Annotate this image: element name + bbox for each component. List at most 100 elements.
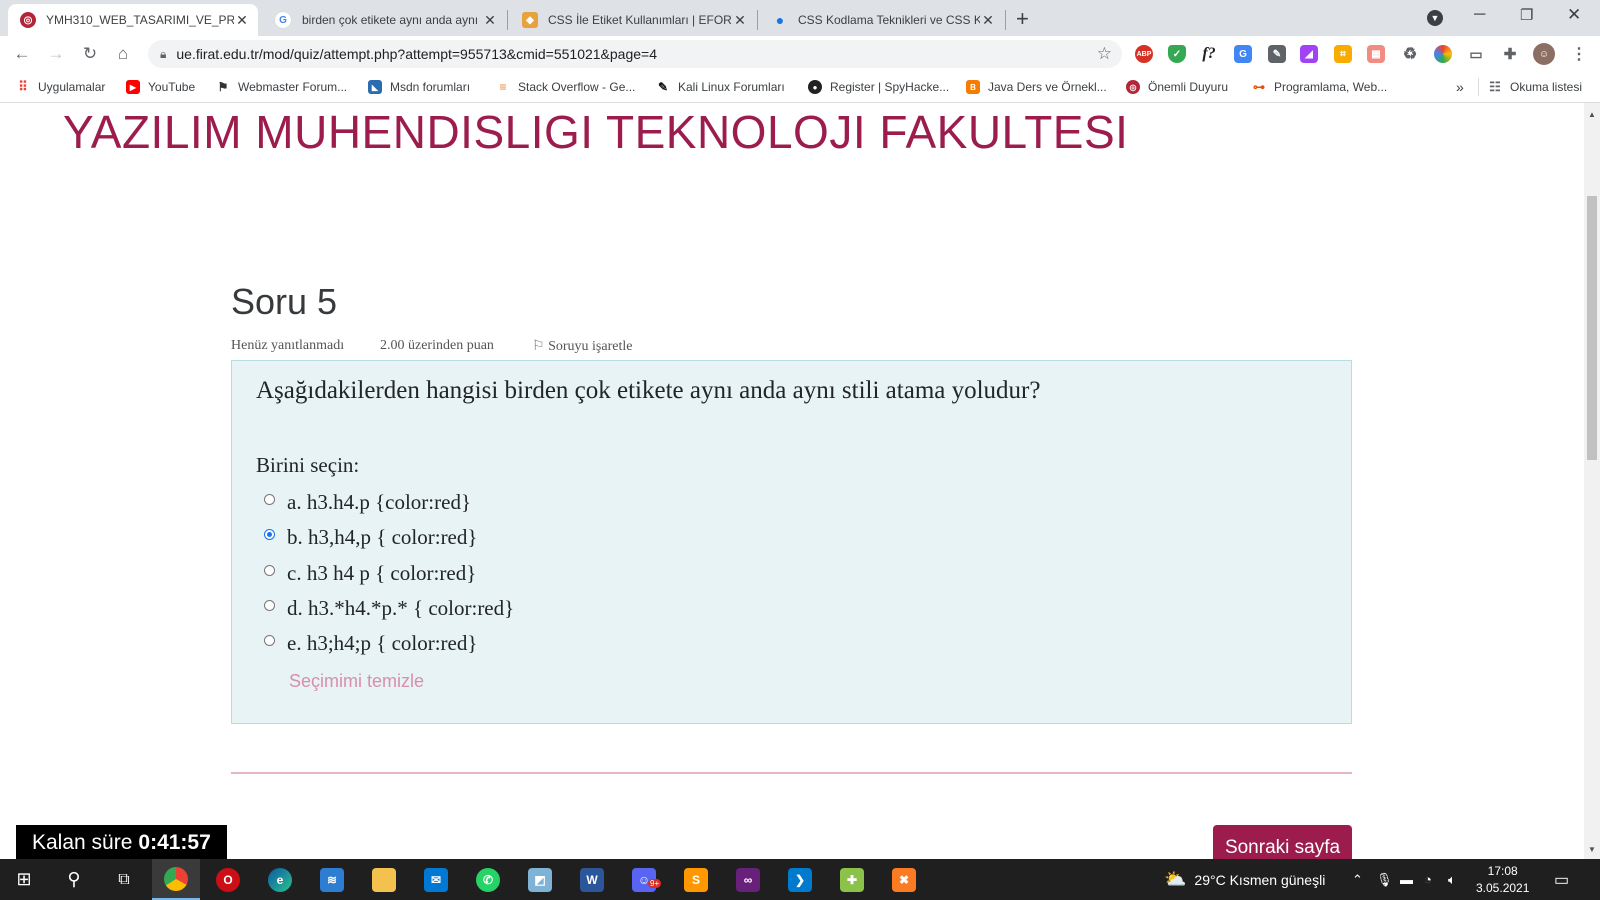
close-icon[interactable]: ✕ — [482, 12, 498, 29]
pen-icon[interactable]: ✎ — [1268, 45, 1286, 63]
clear-choice-link[interactable]: Seçimimi temizle — [289, 671, 424, 692]
window-close-icon[interactable]: ✕ — [1567, 5, 1581, 25]
choose-prompt: Birini seçin: — [256, 453, 360, 477]
bookmark-stackoverflow[interactable]: ≡ Stack Overflow - Ge... — [496, 78, 635, 96]
notifications-icon[interactable]: ▭ — [1554, 859, 1569, 900]
taskbar-app[interactable]: ≋ — [308, 859, 356, 900]
tray-overflow-icon[interactable]: ⌃ — [1352, 859, 1363, 900]
bookmark-label: Java Ders ve Örnekl... — [988, 80, 1107, 94]
taskbar-opera[interactable]: O — [204, 859, 252, 900]
bookmark-kali[interactable]: ✎ Kali Linux Forumları — [656, 78, 785, 96]
scroll-up-icon[interactable]: ▲ — [1588, 110, 1596, 119]
bookmark-label: YouTube — [148, 80, 196, 94]
bookmarks-overflow[interactable]: » — [1456, 78, 1464, 96]
bookmark-star-icon[interactable]: ☆ — [1097, 44, 1112, 64]
taskbar-discord[interactable]: ☺ 9+ — [620, 859, 668, 900]
flag-question-link[interactable]: ⚐ Soruyu işaretle — [532, 338, 632, 355]
edge-icon: e — [268, 867, 292, 892]
bookmark-youtube[interactable]: ▶ YouTube — [126, 78, 195, 96]
forward-icon[interactable]: → — [44, 42, 68, 66]
bookmark-java[interactable]: B Java Ders ve Örnekl... — [966, 78, 1107, 96]
restore-icon[interactable]: ❐ — [1520, 6, 1533, 24]
back-icon[interactable]: ← — [10, 42, 34, 66]
weather-icon: ⛅ — [1164, 869, 1187, 889]
taskbar-mail[interactable]: ✉ — [412, 859, 460, 900]
close-icon[interactable]: ✕ — [980, 12, 996, 29]
shield-icon[interactable]: ✓ — [1168, 45, 1186, 63]
radio-button[interactable] — [264, 493, 275, 505]
microphone-icon[interactable]: 🎙︎ — [1376, 859, 1393, 900]
radio-button-selected[interactable] — [264, 528, 275, 540]
taskbar-xampp[interactable]: ✖ — [880, 859, 928, 900]
color-icon[interactable]: ◢ — [1300, 45, 1318, 63]
home-icon[interactable]: ⌂ — [111, 42, 135, 66]
reading-list[interactable]: ☷ Okuma listesi — [1488, 78, 1582, 96]
taskbar-edge[interactable]: e — [256, 859, 304, 900]
radio-button[interactable] — [264, 564, 275, 576]
new-tab-icon[interactable]: + — [1016, 6, 1029, 32]
adblock-icon[interactable]: ABP — [1135, 45, 1153, 63]
address-bar[interactable]: 🔒︎ ue.firat.edu.tr/mod/quiz/attempt.php?… — [148, 40, 1122, 68]
tab-css[interactable]: ● CSS Kodlama Teknikleri ve CSS Kodları … — [760, 4, 1004, 36]
tab-quiz[interactable]: ◎ YMH310_WEB_TASARIMI_VE_PROGRAMLAMA ✕ — [8, 4, 258, 36]
lock-icon: 🔒︎ — [160, 46, 167, 61]
taskbar-notes[interactable]: ◩ — [516, 859, 564, 900]
bookmark-msdn[interactable]: ◣ Msdn forumları — [368, 78, 470, 96]
recycle-icon[interactable]: ♻ — [1401, 45, 1419, 63]
taskbar-whatsapp[interactable]: ✆ — [464, 859, 512, 900]
translate-icon[interactable]: G — [1234, 45, 1252, 63]
bookmark-duyuru[interactable]: ◎ Önemli Duyuru — [1126, 78, 1228, 96]
bookmark-webmaster[interactable]: ⚑ Webmaster Forum... — [216, 78, 348, 96]
tab-google[interactable]: G birden çok etikete aynı anda aynı stil… — [262, 4, 506, 36]
answer-option-b[interactable]: b. h3,h4,p { color:red} — [264, 524, 477, 550]
search-icon: ⚲ — [67, 869, 81, 889]
bookmark-programlama[interactable]: ⊶ Programlama, Web... — [1252, 78, 1387, 96]
taskbar-chrome[interactable] — [152, 859, 200, 900]
clock[interactable]: 17:08 3.05.2021 — [1476, 859, 1529, 900]
radio-button[interactable] — [264, 599, 275, 611]
next-page-button[interactable]: Sonraki sayfa — [1213, 825, 1352, 859]
taskbar-tool[interactable]: ✚ — [828, 859, 876, 900]
option-label: c. h3 h4 p { color:red} — [287, 560, 477, 585]
taskbar-vscode[interactable]: ❯ — [776, 859, 824, 900]
taskbar-word[interactable]: W — [568, 859, 616, 900]
close-icon[interactable]: ✕ — [234, 12, 250, 29]
minimize-icon[interactable]: ─ — [1474, 6, 1485, 24]
tab-search-icon[interactable]: ▼ — [1427, 10, 1443, 26]
answer-option-c[interactable]: c. h3 h4 p { color:red} — [264, 560, 476, 586]
youtube-icon: ▶ — [126, 80, 140, 94]
menu-icon[interactable]: ⋮ — [1570, 45, 1588, 63]
wifi-icon[interactable]: ◔ — [1424, 859, 1432, 900]
task-view-button[interactable]: ⧉ — [100, 859, 148, 900]
battery-icon[interactable]: ▬ — [1400, 859, 1413, 900]
bookmark-apps[interactable]: ⠿ Uygulamalar — [16, 78, 105, 96]
extensions-icon[interactable]: ✚ — [1501, 45, 1519, 63]
answer-option-a[interactable]: a. h3.h4.p {color:red} — [264, 489, 471, 515]
tab-eforweb[interactable]: ◆ CSS İle Etiket Kullanımları | EFORWEB … — [510, 4, 756, 36]
reload-icon[interactable]: ↻ — [78, 42, 102, 66]
close-icon[interactable]: ✕ — [732, 12, 748, 29]
answer-option-d[interactable]: d. h3.*h4.*p.* { color:red} — [264, 595, 514, 621]
cast-icon[interactable]: ▭ — [1467, 45, 1485, 63]
weather-widget[interactable]: ⛅ 29°C Kısmen güneşli — [1164, 859, 1325, 900]
search-button[interactable]: ⚲ — [50, 859, 98, 900]
formula-icon[interactable]: f? — [1200, 45, 1218, 63]
calendar-icon[interactable]: ▦ — [1367, 45, 1385, 63]
taskbar-sublime[interactable]: S — [672, 859, 720, 900]
url-text[interactable]: ue.firat.edu.tr/mod/quiz/attempt.php?att… — [176, 46, 657, 62]
volume-icon[interactable]: 🔈︎ — [1448, 859, 1456, 900]
tab-strip: ◎ YMH310_WEB_TASARIMI_VE_PROGRAMLAMA ✕ G… — [0, 0, 1600, 36]
tab-title: CSS Kodlama Teknikleri ve CSS Kodları — [798, 13, 980, 27]
radio-button[interactable] — [264, 634, 275, 646]
taskbar-explorer[interactable] — [360, 859, 408, 900]
start-button[interactable]: ⊞ — [0, 859, 48, 900]
scrollbar-thumb[interactable] — [1587, 196, 1597, 460]
bookmark-label: Msdn forumları — [390, 80, 471, 94]
bookmark-spyhacker[interactable]: ● Register | SpyHacke... — [808, 78, 949, 96]
taskbar-visual-studio[interactable]: ∞ — [724, 859, 772, 900]
profile-avatar[interactable]: ☺ — [1533, 43, 1555, 65]
scroll-down-icon[interactable]: ▼ — [1588, 845, 1596, 854]
answer-option-e[interactable]: e. h3;h4;p { color:red} — [264, 630, 477, 656]
colorpicker-icon[interactable] — [1434, 45, 1452, 63]
crop-icon[interactable]: ⌗ — [1334, 45, 1352, 63]
